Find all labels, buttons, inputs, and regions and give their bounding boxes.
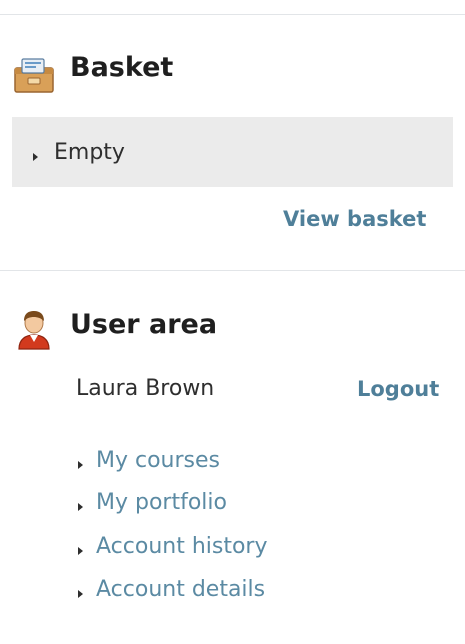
user-area-title: User area <box>70 309 218 340</box>
user-name: Laura Brown <box>76 376 215 401</box>
top-divider <box>0 14 465 15</box>
bullet-icon <box>78 503 83 511</box>
basket-status: Empty <box>54 140 125 165</box>
my-courses-link[interactable]: My courses <box>96 448 220 473</box>
sidebar-panel: Basket Empty View basket User area Laura… <box>0 0 465 644</box>
account-details-link[interactable]: Account details <box>96 577 265 602</box>
my-portfolio-link[interactable]: My portfolio <box>96 490 227 515</box>
view-basket-link[interactable]: View basket <box>283 207 426 231</box>
bullet-icon <box>78 590 83 598</box>
section-divider <box>0 270 465 271</box>
bullet-icon <box>33 153 38 161</box>
account-history-link[interactable]: Account history <box>96 534 268 559</box>
basket-title: Basket <box>70 52 174 83</box>
logout-link[interactable]: Logout <box>357 377 439 401</box>
user-icon <box>16 308 52 354</box>
bullet-icon <box>78 547 83 555</box>
basket-box-icon <box>13 56 55 98</box>
bullet-icon <box>78 461 83 469</box>
